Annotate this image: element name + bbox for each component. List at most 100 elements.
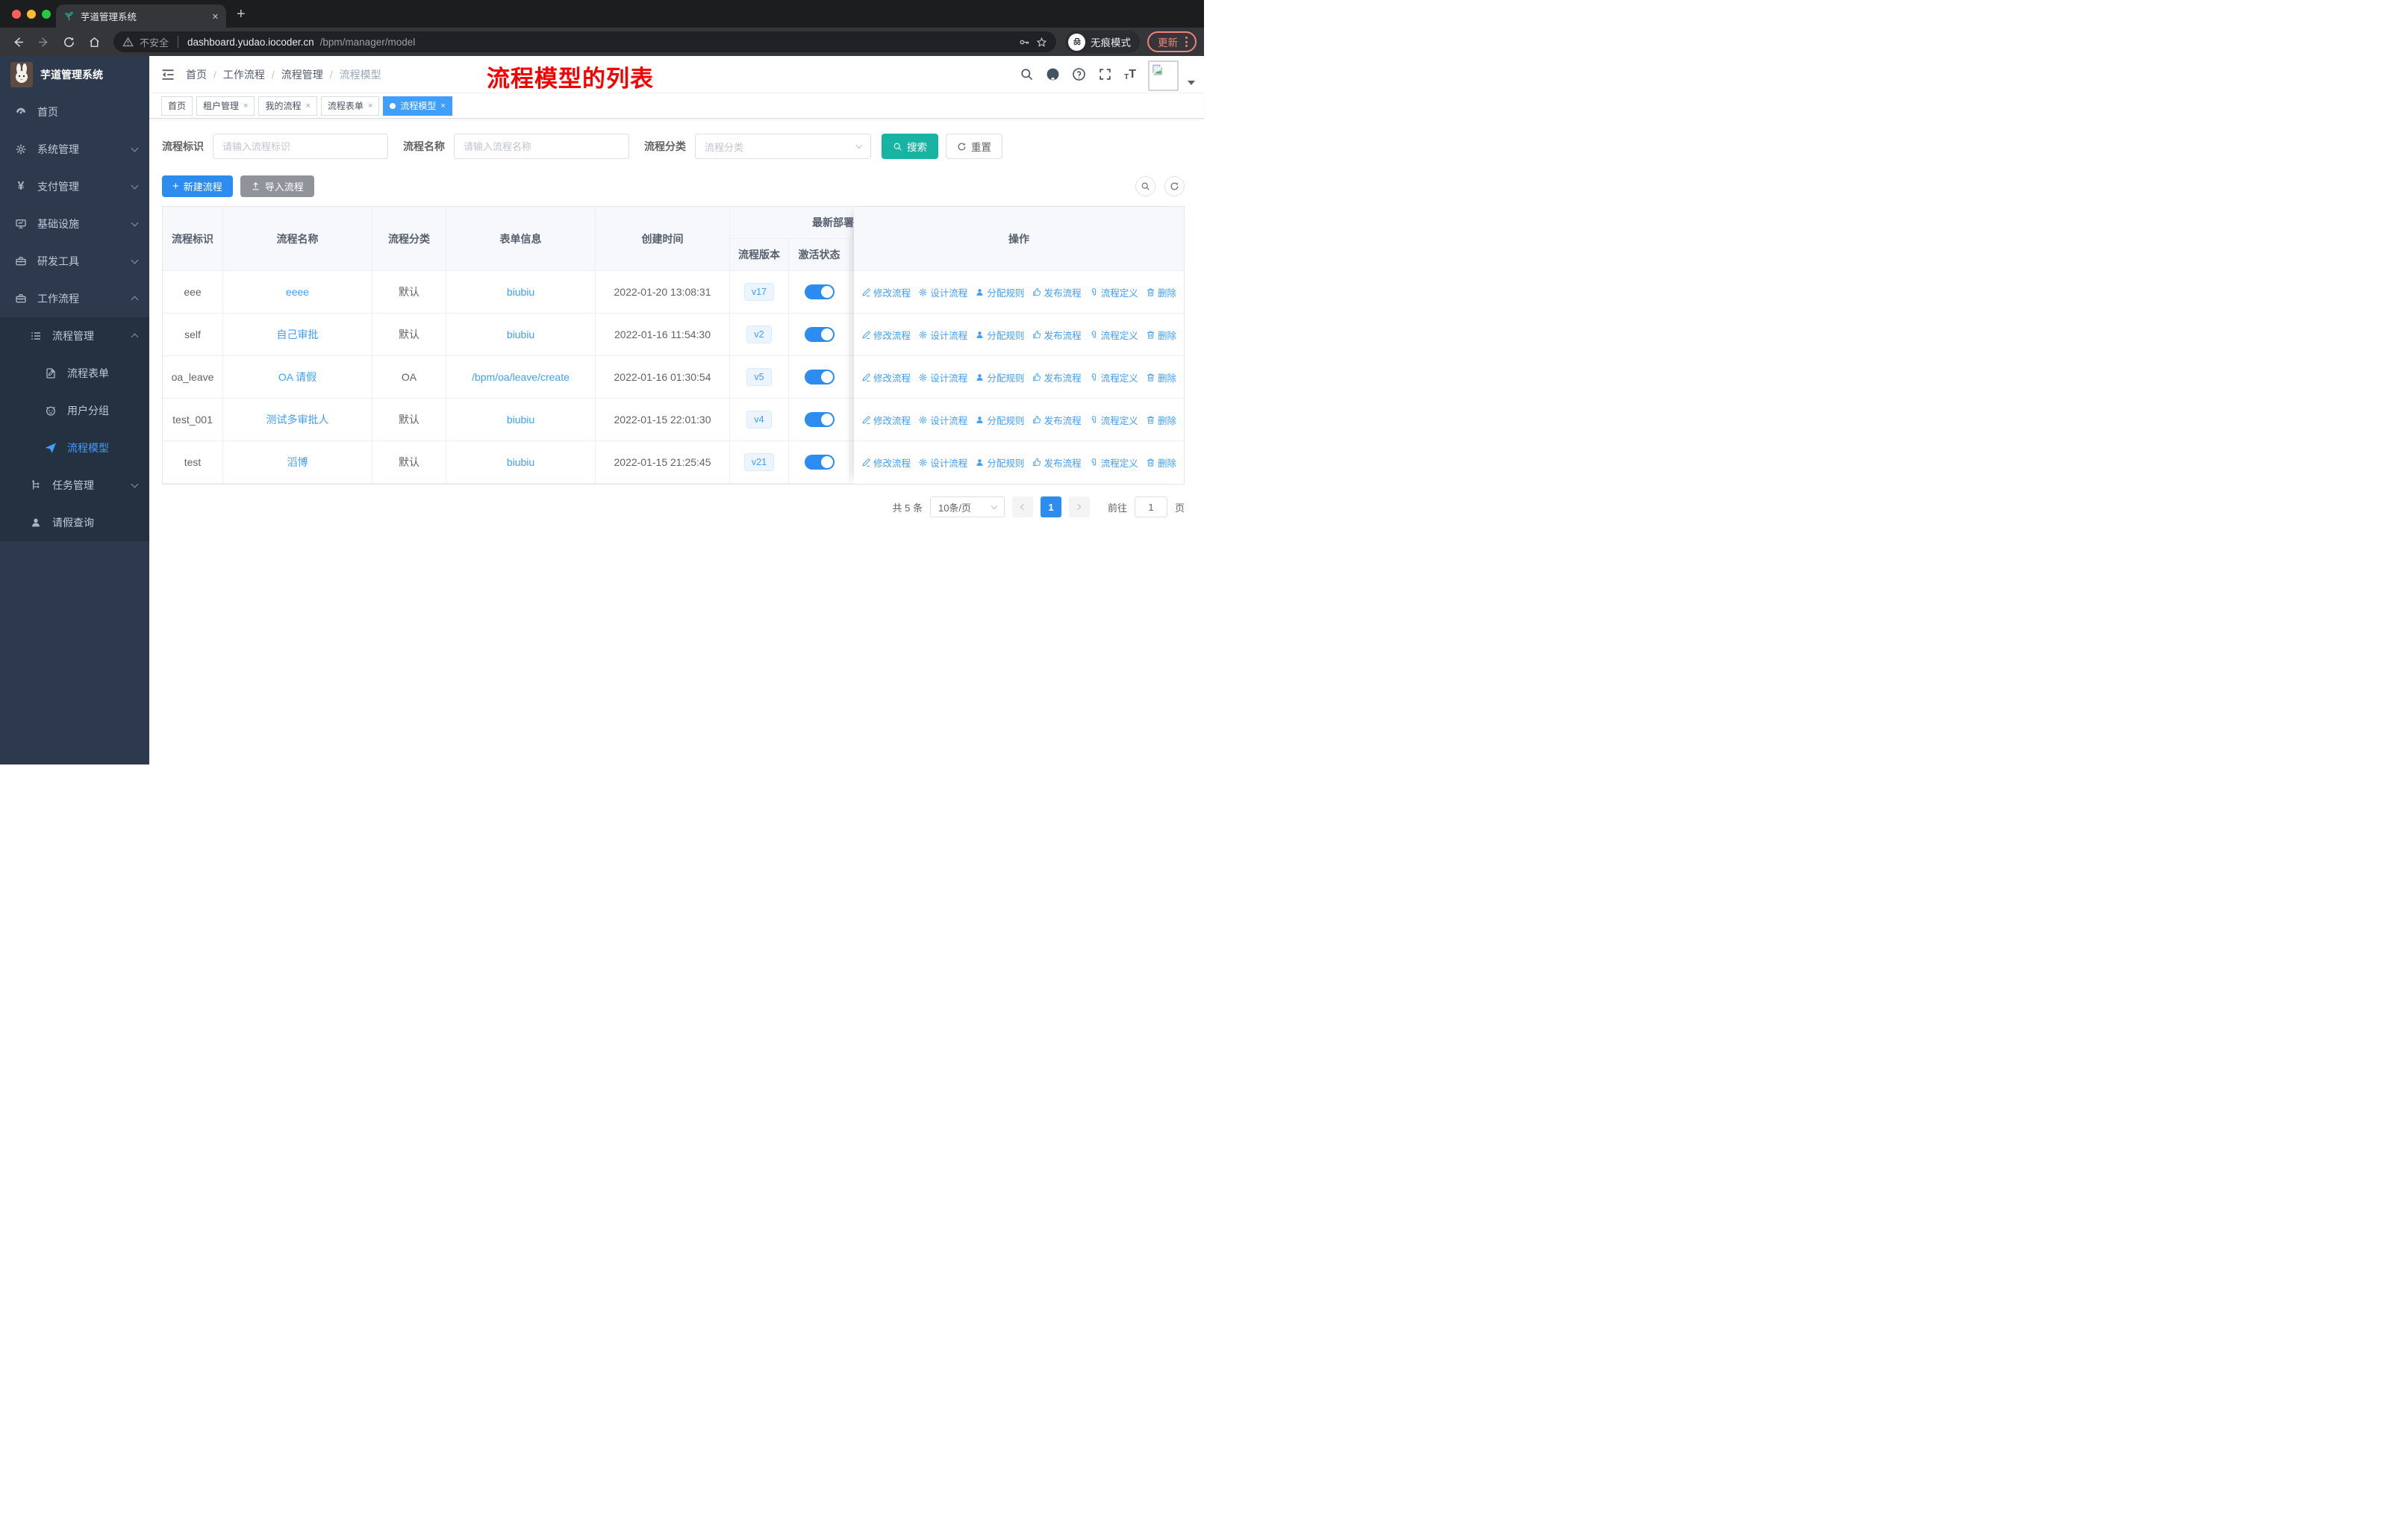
action-process-definition[interactable]: 流程定义 (1089, 328, 1138, 342)
tag-home[interactable]: 首页 (161, 96, 193, 116)
home-button[interactable] (84, 31, 105, 52)
maximize-window-button[interactable] (42, 10, 51, 19)
tag-close-icon[interactable] (243, 102, 248, 110)
action-publish-process[interactable]: 发布流程 (1032, 413, 1082, 427)
action-design-process[interactable]: 设计流程 (918, 413, 967, 427)
action-delete[interactable]: 删除 (1146, 455, 1176, 470)
tag-tenant-mgmt[interactable]: 租户管理 (196, 96, 255, 116)
address-bar[interactable]: 不安全 dashboard.yudao.iocoder.cn/bpm/manag… (113, 31, 1056, 52)
process-name-link[interactable]: OA 请假 (278, 370, 316, 384)
action-design-process[interactable]: 设计流程 (918, 370, 967, 384)
tag-close-icon[interactable] (368, 102, 372, 110)
sidebar-item-process-model[interactable]: 流程模型 (0, 429, 149, 467)
bookmark-star-icon[interactable] (1036, 37, 1047, 48)
active-toggle[interactable] (804, 455, 835, 470)
version-badge[interactable]: v17 (743, 282, 775, 302)
sidebar-item-user-group[interactable]: 用户分组 (0, 392, 149, 429)
action-assign-rule[interactable]: 分配规则 (975, 455, 1024, 470)
action-delete[interactable]: 删除 (1146, 370, 1176, 384)
version-badge[interactable]: v4 (746, 410, 772, 429)
toggle-search-button[interactable] (1135, 176, 1155, 196)
search-button[interactable]: 搜索 (882, 134, 938, 159)
action-delete[interactable]: 删除 (1146, 285, 1176, 299)
breadcrumb-process-mgmt[interactable]: 流程管理 (281, 67, 323, 82)
prev-page-button[interactable] (1011, 496, 1033, 517)
version-badge[interactable]: v5 (746, 367, 772, 387)
action-design-process[interactable]: 设计流程 (918, 285, 967, 299)
breadcrumb-home[interactable]: 首页 (186, 67, 207, 82)
process-name-link[interactable]: 滔博 (287, 455, 308, 470)
sidebar-item-process-mgmt[interactable]: 流程管理 (0, 317, 149, 355)
sidebar-item-process-form[interactable]: 流程表单 (0, 355, 149, 392)
new-tab-button[interactable] (237, 6, 246, 23)
sidebar-item-dev-tools[interactable]: 研发工具 (0, 243, 149, 280)
sidebar-item-workflow[interactable]: 工作流程 (0, 280, 149, 317)
avatar-caret-down-icon[interactable] (1188, 80, 1195, 85)
action-process-definition[interactable]: 流程定义 (1089, 370, 1138, 384)
active-toggle[interactable] (804, 412, 835, 427)
password-key-icon[interactable] (1019, 37, 1030, 48)
sidebar-fold-icon[interactable] (160, 67, 175, 82)
sidebar-item-leave-query[interactable]: 请假查询 (0, 504, 149, 541)
action-edit-process[interactable]: 修改流程 (861, 370, 911, 384)
next-page-button[interactable] (1068, 496, 1090, 517)
sidebar-item-home[interactable]: 首页 (0, 93, 149, 131)
create-process-button[interactable]: 新建流程 (162, 175, 233, 197)
active-toggle[interactable] (804, 327, 835, 342)
back-button[interactable] (7, 31, 28, 52)
breadcrumb-workflow[interactable]: 工作流程 (223, 67, 265, 82)
action-edit-process[interactable]: 修改流程 (861, 285, 911, 299)
action-assign-rule[interactable]: 分配规则 (975, 328, 1024, 342)
action-design-process[interactable]: 设计流程 (918, 328, 967, 342)
process-name-link[interactable]: eeee (286, 286, 309, 298)
header-search-icon[interactable] (1020, 67, 1034, 81)
form-info-link[interactable]: biubiu (507, 456, 534, 468)
tab-close-icon[interactable] (212, 10, 219, 22)
help-icon[interactable] (1072, 67, 1086, 81)
current-page-button[interactable]: 1 (1040, 496, 1061, 517)
form-info-link[interactable]: /bpm/oa/leave/create (472, 371, 570, 383)
action-edit-process[interactable]: 修改流程 (861, 328, 911, 342)
app-logo-row[interactable]: 芋道管理系统 (0, 56, 149, 93)
action-process-definition[interactable]: 流程定义 (1089, 455, 1138, 470)
action-edit-process[interactable]: 修改流程 (861, 455, 911, 470)
action-process-definition[interactable]: 流程定义 (1089, 413, 1138, 427)
forward-button[interactable] (33, 31, 54, 52)
browser-menu-icon[interactable] (1185, 37, 1188, 47)
close-window-button[interactable] (12, 10, 21, 19)
github-icon[interactable] (1046, 67, 1060, 81)
page-size-select[interactable]: 10条/页 (929, 496, 1005, 517)
import-process-button[interactable]: 导入流程 (240, 175, 314, 197)
process-name-link[interactable]: 自己审批 (277, 327, 319, 342)
action-design-process[interactable]: 设计流程 (918, 455, 967, 470)
action-publish-process[interactable]: 发布流程 (1032, 285, 1082, 299)
action-assign-rule[interactable]: 分配规则 (975, 285, 1024, 299)
action-delete[interactable]: 删除 (1146, 413, 1176, 427)
action-process-definition[interactable]: 流程定义 (1089, 285, 1138, 299)
user-avatar[interactable] (1148, 60, 1179, 91)
sidebar-item-system-mgmt[interactable]: 系统管理 (0, 131, 149, 168)
tag-process-form[interactable]: 流程表单 (320, 96, 380, 116)
tag-process-model[interactable]: 流程模型 (383, 96, 452, 116)
goto-page-input[interactable]: 1 (1134, 496, 1167, 517)
reset-button[interactable]: 重置 (946, 134, 1002, 159)
update-label[interactable]: 更新 (1158, 34, 1178, 49)
font-size-icon[interactable]: TT (1124, 68, 1136, 81)
tag-close-icon[interactable] (440, 102, 445, 110)
browser-update-button[interactable]: 更新 (1147, 31, 1197, 52)
process-id-input[interactable] (213, 134, 388, 159)
sidebar-item-infrastructure[interactable]: 基础设施 (0, 205, 149, 243)
sidebar-item-payment-mgmt[interactable]: ¥ 支付管理 (0, 168, 149, 205)
process-name-input[interactable] (454, 134, 629, 159)
tag-close-icon[interactable] (305, 102, 310, 110)
action-assign-rule[interactable]: 分配规则 (975, 413, 1024, 427)
refresh-table-button[interactable] (1164, 176, 1185, 196)
form-info-link[interactable]: biubiu (507, 286, 534, 298)
not-secure-label[interactable]: 不安全 (140, 35, 169, 49)
version-badge[interactable]: v21 (743, 452, 775, 472)
form-info-link[interactable]: biubiu (507, 328, 534, 340)
action-edit-process[interactable]: 修改流程 (861, 413, 911, 427)
process-name-link[interactable]: 测试多审批人 (266, 412, 329, 427)
action-publish-process[interactable]: 发布流程 (1032, 370, 1082, 384)
fullscreen-icon[interactable] (1098, 67, 1112, 81)
